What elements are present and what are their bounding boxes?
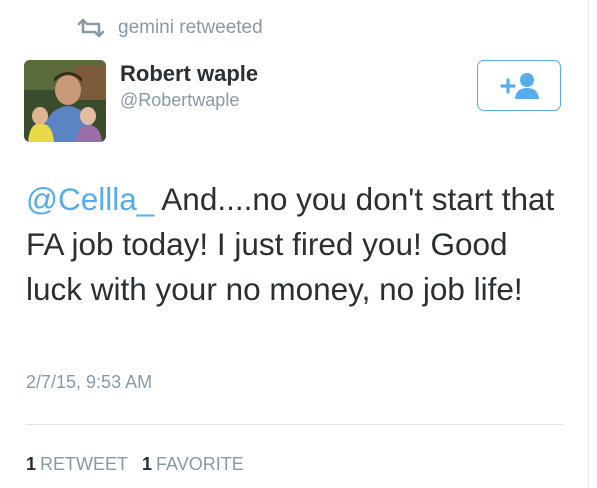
tweet-mention[interactable]: @Cellla_ xyxy=(26,181,154,217)
retweet-count[interactable]: 1 RETWEET xyxy=(26,454,128,475)
retweet-count-number: 1 xyxy=(26,454,37,474)
retweet-context: gemini retweeted xyxy=(76,15,263,41)
right-border xyxy=(588,0,589,488)
follow-button[interactable] xyxy=(477,60,561,111)
favorite-count[interactable]: 1 FAVORITE xyxy=(142,454,244,475)
avatar[interactable] xyxy=(24,60,106,142)
favorite-count-label: FAVORITE xyxy=(156,454,244,474)
retweet-context-text: gemini retweeted xyxy=(118,17,263,38)
follow-user-icon xyxy=(500,72,539,99)
retweet-icon xyxy=(77,18,105,38)
favorite-count-number: 1 xyxy=(142,454,153,474)
tweet-text: @Cellla_ And....no you don't start that … xyxy=(26,177,566,312)
author-handle[interactable]: @Robertwaple xyxy=(120,90,239,111)
retweet-count-label: RETWEET xyxy=(40,454,129,474)
tweet-stats: 1 RETWEET 1 FAVORITE xyxy=(26,454,244,475)
tweet-timestamp[interactable]: 2/7/15, 9:53 AM xyxy=(26,372,152,393)
divider xyxy=(26,424,564,425)
author-name[interactable]: Robert waple xyxy=(120,61,258,87)
